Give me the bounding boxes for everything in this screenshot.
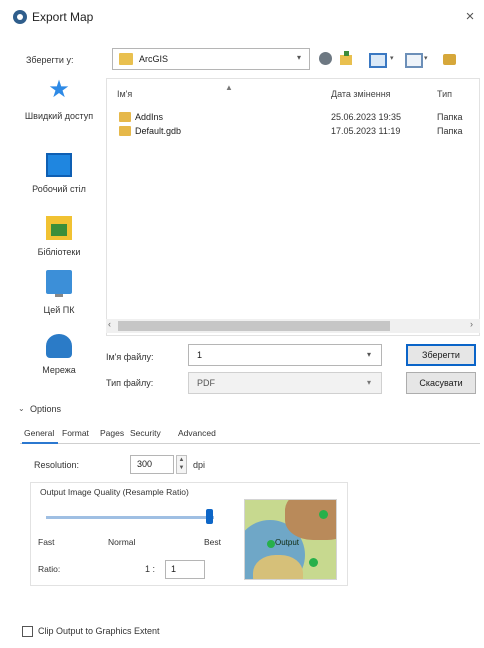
libraries-icon <box>46 216 72 240</box>
save-button[interactable]: Зберегти <box>406 344 476 366</box>
quality-slider-thumb[interactable] <box>206 509 213 524</box>
place-label: Цей ПК <box>43 305 75 315</box>
file-list[interactable]: Ім'я ▲ Дата змінення Тип AddIns 25.06.20… <box>106 78 480 336</box>
list-item[interactable]: Default.gdb 17.05.2023 11:19 Папка <box>107 125 479 139</box>
ratio-value: 1 <box>171 564 177 574</box>
ratio-prefix: 1 : <box>145 564 156 574</box>
folder-icon <box>119 112 131 122</box>
window-title: Export Map <box>32 10 94 24</box>
star-icon: ★ <box>48 76 70 103</box>
file-name-label: Ім'я файлу: <box>106 352 154 362</box>
file-type-select[interactable]: PDF ▾ <box>188 372 382 394</box>
chevron-down-icon: ▾ <box>367 378 372 387</box>
cancel-button[interactable]: Скасувати <box>406 372 476 394</box>
file-name-value: 1 <box>197 350 203 360</box>
scrollbar-thumb[interactable] <box>118 321 390 331</box>
place-label: Бібліотеки <box>37 247 81 257</box>
column-header-name[interactable]: Ім'я <box>117 89 132 99</box>
horizontal-scrollbar[interactable]: ‹ › <box>106 319 480 333</box>
chevron-down-icon[interactable]: ▾ <box>367 350 371 359</box>
resolution-unit: dpi <box>193 460 206 470</box>
resolution-label: Resolution: <box>34 460 80 470</box>
column-header-date[interactable]: Дата змінення <box>331 89 391 99</box>
location-dropdown[interactable]: ArcGIS ▾ <box>112 48 310 70</box>
tab-pages[interactable]: Pages <box>100 428 124 438</box>
ratio-label: Ratio: <box>38 564 61 574</box>
new-folder-icon[interactable] <box>368 51 387 68</box>
place-label: Робочий стіл <box>32 184 86 194</box>
tab-security[interactable]: Security <box>130 428 161 438</box>
active-tab-indicator <box>22 442 58 444</box>
quality-label-normal: Normal <box>108 537 136 547</box>
file-name: Default.gdb <box>135 126 182 136</box>
places-bar: ★ Швидкий доступ Робочий стіл Бібліотеки… <box>20 78 98 403</box>
arcgis-app-icon <box>13 10 27 24</box>
chevron-down-icon[interactable]: ⌄ <box>18 404 25 413</box>
ratio-input[interactable]: 1 <box>165 560 205 579</box>
column-header-type[interactable]: Тип <box>437 89 452 99</box>
file-type: Папка <box>437 112 463 122</box>
save-in-label: Зберегти у: <box>26 55 74 65</box>
up-folder-icon[interactable] <box>338 51 354 67</box>
close-button[interactable]: × <box>460 6 480 28</box>
chevron-down-icon[interactable]: ▾ <box>390 54 394 62</box>
place-label: Швидкий доступ <box>24 111 94 121</box>
folder-icon <box>119 53 133 65</box>
file-name: AddIns <box>135 112 164 122</box>
location-value: ArcGIS <box>139 54 169 64</box>
file-type-value: PDF <box>197 378 215 388</box>
tab-general[interactable]: General <box>24 428 54 438</box>
scroll-left-icon[interactable]: ‹ <box>108 319 111 329</box>
network-icon <box>46 334 72 358</box>
computer-icon <box>46 270 72 297</box>
folder-icon <box>119 126 131 136</box>
sort-up-icon: ▲ <box>225 83 233 92</box>
quality-slider-track[interactable] <box>46 516 214 519</box>
desktop-icon <box>46 153 72 177</box>
file-name-input[interactable]: 1 ▾ <box>188 344 382 366</box>
quality-label-fast: Fast <box>38 537 55 547</box>
scroll-right-icon[interactable]: › <box>470 319 473 329</box>
resolution-input[interactable]: 300 <box>130 455 174 474</box>
tab-advanced[interactable]: Advanced <box>178 428 216 438</box>
resolution-value: 300 <box>137 459 153 469</box>
place-label: Мережа <box>42 365 76 375</box>
back-icon[interactable] <box>318 51 334 67</box>
chevron-down-icon: ▾ <box>297 53 302 62</box>
file-date: 25.06.2023 19:35 <box>331 112 402 122</box>
clip-output-checkbox[interactable] <box>22 626 33 637</box>
tab-format[interactable]: Format <box>62 428 89 438</box>
file-type: Папка <box>437 126 463 136</box>
file-type-label: Тип файлу: <box>106 378 154 388</box>
preview-label: Output <box>275 538 300 547</box>
clip-output-label[interactable]: Clip Output to Graphics Extent <box>38 626 160 636</box>
options-toggle[interactable]: Options <box>30 404 61 414</box>
options-tabs: General Format Pages Security Advanced <box>20 424 480 444</box>
list-item[interactable]: AddIns 25.06.2023 19:35 Папка <box>107 111 479 125</box>
image-quality-title: Output Image Quality (Resample Ratio) <box>40 487 189 497</box>
file-date: 17.05.2023 11:19 <box>331 126 401 136</box>
view-menu-icon[interactable] <box>404 51 423 68</box>
output-preview-map: Output <box>244 499 337 580</box>
resolution-stepper[interactable]: ▲ ▼ <box>176 455 187 474</box>
chevron-down-icon[interactable]: ▾ <box>424 54 428 62</box>
tools-icon[interactable] <box>442 51 458 67</box>
quality-label-best: Best <box>204 537 222 547</box>
